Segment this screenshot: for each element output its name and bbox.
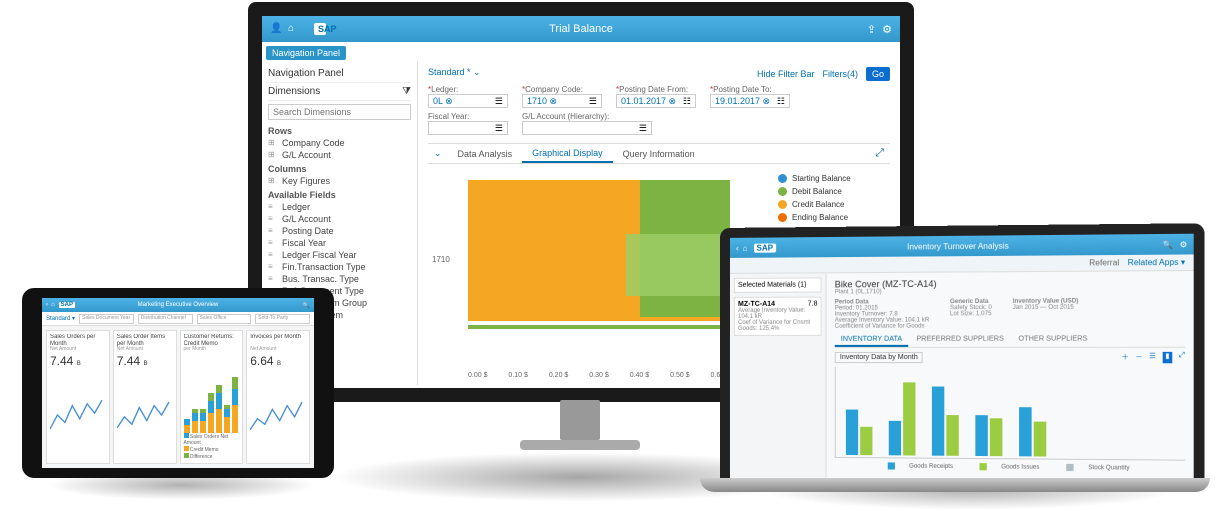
sparkline (50, 370, 106, 460)
row-item[interactable]: G/L Account (268, 149, 411, 161)
legend-swatch (778, 174, 787, 183)
filter-input[interactable]: Distribution Channel (138, 314, 193, 324)
fullscreen-icon[interactable]: ⤢ (1179, 352, 1185, 363)
filter-icon[interactable]: ⧩ (402, 86, 411, 97)
filters-count-link[interactable]: Filters(4) (822, 69, 858, 79)
filter-input[interactable]: Sales Office (197, 314, 252, 324)
columns-heading: Columns (268, 161, 411, 175)
search-dimensions-input[interactable] (268, 104, 411, 120)
inventory-bar-chart (835, 367, 1185, 461)
variant-selector[interactable]: Standard * ⌄ (428, 67, 481, 81)
legend-swatch (778, 187, 787, 196)
dimensions-heading: Dimensions (268, 86, 320, 97)
materials-side-panel: Selected Materials (1) MZ-TC-A147.8 Aver… (730, 273, 827, 483)
tab-graphical-display[interactable]: Graphical Display (522, 145, 613, 163)
tab-data-analysis[interactable]: Data Analysis (448, 146, 523, 162)
zoom-out-icon[interactable]: － (1135, 352, 1142, 363)
kpi-tile[interactable]: Invoices per Month Net Amount 6.64 B (246, 330, 310, 464)
nav-panel-title: Navigation Panel (268, 65, 411, 83)
filter-input[interactable]: Sold-To Party (255, 314, 310, 324)
zoom-in-icon[interactable]: ＋ (1121, 352, 1128, 363)
company-code-input[interactable]: 1710 ⊗☰ (522, 94, 602, 108)
fiscal-year-input[interactable]: ☰ (428, 121, 508, 135)
avail-item[interactable]: G/L Account (268, 213, 411, 225)
tablet-app-header: ‹ ⌂ SAP Marketing Executive Overview 🔍 (42, 298, 314, 312)
legend-swatch (778, 213, 787, 222)
bar-chart-icon[interactable]: ▮ (1162, 352, 1173, 363)
avail-item[interactable]: Posting Date (268, 225, 411, 237)
page-title: Trial Balance (262, 23, 900, 35)
kpi-tile[interactable]: Sales Order Items per Month Net Amount 7… (113, 330, 177, 464)
rows-heading: Rows (268, 123, 411, 137)
hide-filter-bar-link[interactable]: Hide Filter Bar (757, 69, 815, 79)
tablet-device: ‹ ⌂ SAP Marketing Executive Overview 🔍 S… (22, 288, 334, 478)
tab-query-information[interactable]: Query Information (613, 146, 705, 162)
kpi-tiles: Sales Orders per Month Net Amount 7.44 B… (42, 326, 314, 468)
filter-row-1: *Ledger:0L ⊗☰ *Company Code:1710 ⊗☰ *Pos… (428, 85, 890, 108)
sparkline (250, 370, 306, 460)
inventory-chart-legend: Goods Receipts Goods Issues Stock Quanti… (835, 462, 1185, 472)
posting-date-from-input[interactable]: 01.01.2017 ⊗☷ (616, 94, 696, 108)
detail-tabs: INVENTORY DATA PREFERRED SUPPLIERS OTHER… (835, 333, 1185, 348)
trial-balance-chart: 1710 0.00 $0.10 $0.20 $0.30 $0.40 $0.50 … (428, 172, 770, 379)
avail-item[interactable]: Fin.Transaction Type (268, 261, 411, 273)
laptop-main: Bike Cover (MZ-TC-A14) Plant 1 (0L,1710)… (827, 271, 1194, 487)
tab-inventory-data[interactable]: INVENTORY DATA (835, 334, 909, 347)
available-fields-heading: Available Fields (268, 187, 411, 201)
tablet-filter-bar: Standard ▾ Sales Document Year Distribut… (42, 312, 314, 326)
value-help-icon[interactable]: ☰ (589, 96, 597, 107)
page-title: Inventory Turnover Analysis (730, 239, 1194, 252)
x-axis: 0.00 $0.10 $0.20 $0.30 $0.40 $0.50 $0.60… (468, 372, 730, 379)
ledger-input[interactable]: 0L ⊗☰ (428, 94, 508, 108)
tab-preferred-suppliers[interactable]: PREFERRED SUPPLIERS (910, 334, 1010, 345)
chevron-down-icon[interactable]: ⌄ (428, 145, 448, 162)
page-title: Marketing Executive Overview (42, 302, 314, 308)
calendar-icon[interactable]: ☷ (777, 96, 785, 107)
material-list-item[interactable]: MZ-TC-A147.8 Average Inventory Value: 10… (734, 297, 822, 336)
legend-swatch (778, 200, 787, 209)
navigation-panel-button[interactable]: Navigation Panel (266, 46, 346, 60)
kpi-tile[interactable]: Customer Returns: Credit Memo per Month … (180, 330, 244, 464)
expand-icon[interactable]: ⤢ (869, 144, 890, 163)
calendar-icon[interactable]: ☷ (683, 96, 691, 107)
value-help-icon[interactable]: ☰ (639, 123, 647, 134)
sparkline (117, 370, 173, 460)
referral-label: Referral (1089, 258, 1119, 267)
avail-item[interactable]: Bus. Transac. Type (268, 273, 411, 285)
value-help-icon[interactable]: ☰ (495, 123, 503, 134)
posting-date-to-input[interactable]: 19.01.2017 ⊗☷ (710, 94, 790, 108)
app-header: 👤 ⌂ SAP Trial Balance ⇪ ⚙ (262, 16, 900, 42)
row-item[interactable]: Company Code (268, 137, 411, 149)
selected-materials-title: Selected Materials (1) (738, 281, 818, 288)
tab-other-suppliers[interactable]: OTHER SUPPLIERS (1012, 333, 1094, 344)
y-axis-label: 1710 (432, 255, 450, 264)
kpi-tile[interactable]: Sales Orders per Month Net Amount 7.44 B (46, 330, 110, 464)
view-tabs: ⌄ Data Analysis Graphical Display Query … (428, 143, 890, 164)
value-help-icon[interactable]: ☰ (495, 96, 503, 107)
stacked-bar-chart (184, 352, 240, 433)
avail-item[interactable]: Ledger (268, 201, 411, 213)
related-apps-link[interactable]: Related Apps ▾ (1128, 258, 1185, 268)
laptop-device: ‹ ⌂ SAP Inventory Turnover Analysis 🔍 ⚙ … (720, 223, 1204, 487)
laptop-app-header: ‹ ⌂ SAP Inventory Turnover Analysis 🔍 ⚙ (730, 234, 1194, 258)
avail-item[interactable]: Ledger Fiscal Year (268, 249, 411, 261)
gl-account-hierarchy-input[interactable]: ☰ (522, 121, 652, 135)
avail-item[interactable]: Fiscal Year (268, 237, 411, 249)
go-button[interactable]: Go (866, 67, 890, 81)
variant-selector[interactable]: Standard ▾ (46, 315, 75, 322)
legend-icon[interactable]: ☰ (1149, 352, 1156, 363)
chart-view-selector[interactable]: Inventory Data by Month (835, 352, 923, 363)
filter-row-2: Fiscal Year:☰ G/L Account (Hierarchy):☰ (428, 112, 890, 135)
col-item[interactable]: Key Figures (268, 175, 411, 187)
filter-input[interactable]: Sales Document Year (79, 314, 134, 324)
